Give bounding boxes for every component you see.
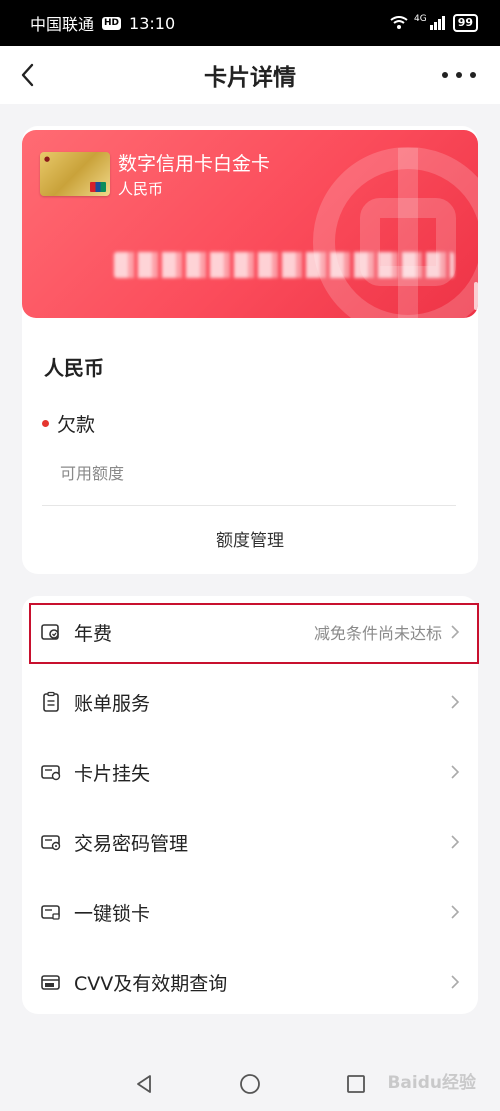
card-edge <box>474 282 478 310</box>
chevron-right-icon <box>451 835 460 849</box>
status-bar: 中国联通 HD 13:10 4G 99 <box>0 0 500 46</box>
network-type: 4G <box>413 14 427 24</box>
battery-level: 99 <box>452 14 478 32</box>
status-left: 中国联通 HD 13:10 <box>30 11 175 35</box>
clock: 13:10 <box>129 13 176 33</box>
card-panel: ● 数字信用卡白金卡 人民币 •••• •••• •••• •••• 人民币 欠… <box>22 126 478 574</box>
menu-list: 年费 减免条件尚未达标 账单服务 卡片挂失 交易密码管理 一键锁卡 CVV及有效… <box>22 596 478 1014</box>
baidu-watermark: Baidu经验 <box>387 1073 476 1093</box>
limit-management-button[interactable]: 额度管理 <box>22 526 478 551</box>
account-currency-title: 人民币 <box>44 356 104 380</box>
page-title: 卡片详情 <box>204 65 296 91</box>
available-credit-label: 可用额度 <box>60 464 125 483</box>
divider <box>42 505 456 506</box>
menu-item-label: CVV及有效期查询 <box>74 972 228 995</box>
menu-item-card-lost[interactable]: 卡片挂失 <box>22 739 478 805</box>
nav-recent-icon[interactable] <box>344 1072 368 1096</box>
more-horizontal-icon <box>442 72 448 78</box>
signal-icon <box>429 16 445 30</box>
annual-fee-status: 减免条件尚未达标 <box>313 624 442 643</box>
menu-item-label: 交易密码管理 <box>74 832 189 855</box>
menu-item-cvv-query[interactable]: CVV及有效期查询 <box>22 949 478 1015</box>
menu-item-transaction-password[interactable]: 交易密码管理 <box>22 809 478 875</box>
debt-label: 欠款 <box>57 414 96 436</box>
card-lock-icon <box>41 905 60 920</box>
menu-item-card-lock[interactable]: 一键锁卡 <box>22 879 478 945</box>
chevron-right-icon <box>451 625 460 639</box>
nav-home-icon[interactable] <box>238 1072 262 1096</box>
card-name: 数字信用卡白金卡 <box>118 153 271 175</box>
card-thumbnail: ● <box>40 152 110 196</box>
status-right: 4G 99 <box>390 14 478 32</box>
chevron-right-icon <box>451 905 460 919</box>
more-dot <box>470 72 476 78</box>
menu-item-label: 年费 <box>74 622 113 645</box>
bank-logo-icon: ● <box>44 155 51 163</box>
annual-fee-icon <box>41 624 59 640</box>
nav-back-icon[interactable] <box>132 1072 156 1096</box>
menu-item-label: 一键锁卡 <box>74 902 151 925</box>
bill-icon <box>43 691 59 712</box>
chevron-right-icon <box>451 765 460 779</box>
card-lost-icon <box>41 765 61 781</box>
card-password-icon <box>41 835 61 851</box>
chevron-right-icon <box>451 695 460 709</box>
menu-item-label: 卡片挂失 <box>74 762 151 785</box>
debt-indicator-dot <box>42 420 49 427</box>
back-button[interactable] <box>16 58 48 92</box>
cvv-card-icon <box>41 975 60 990</box>
menu-item-annual-fee[interactable]: 年费 减免条件尚未达标 <box>22 599 478 665</box>
card-currency: 人民币 <box>118 180 164 198</box>
menu-item-bill-service[interactable]: 账单服务 <box>22 669 478 735</box>
wifi-icon <box>390 16 408 29</box>
debt-row: 欠款 <box>42 410 95 437</box>
credit-card[interactable]: ● 数字信用卡白金卡 人民币 •••• •••• •••• •••• <box>22 130 478 318</box>
app-header: 卡片详情 <box>0 46 500 104</box>
card-number-masked: •••• •••• •••• •••• <box>114 252 454 278</box>
chevron-right-icon <box>451 975 460 989</box>
more-options-button[interactable] <box>442 72 476 82</box>
menu-item-label: 账单服务 <box>74 692 151 715</box>
carrier-name: 中国联通 <box>30 15 95 34</box>
hd-badge: HD <box>102 16 122 30</box>
chevron-left-icon <box>21 63 34 87</box>
unionpay-icon <box>90 182 106 192</box>
bank-logo-watermark-icon <box>313 147 478 318</box>
more-dot <box>456 72 462 78</box>
